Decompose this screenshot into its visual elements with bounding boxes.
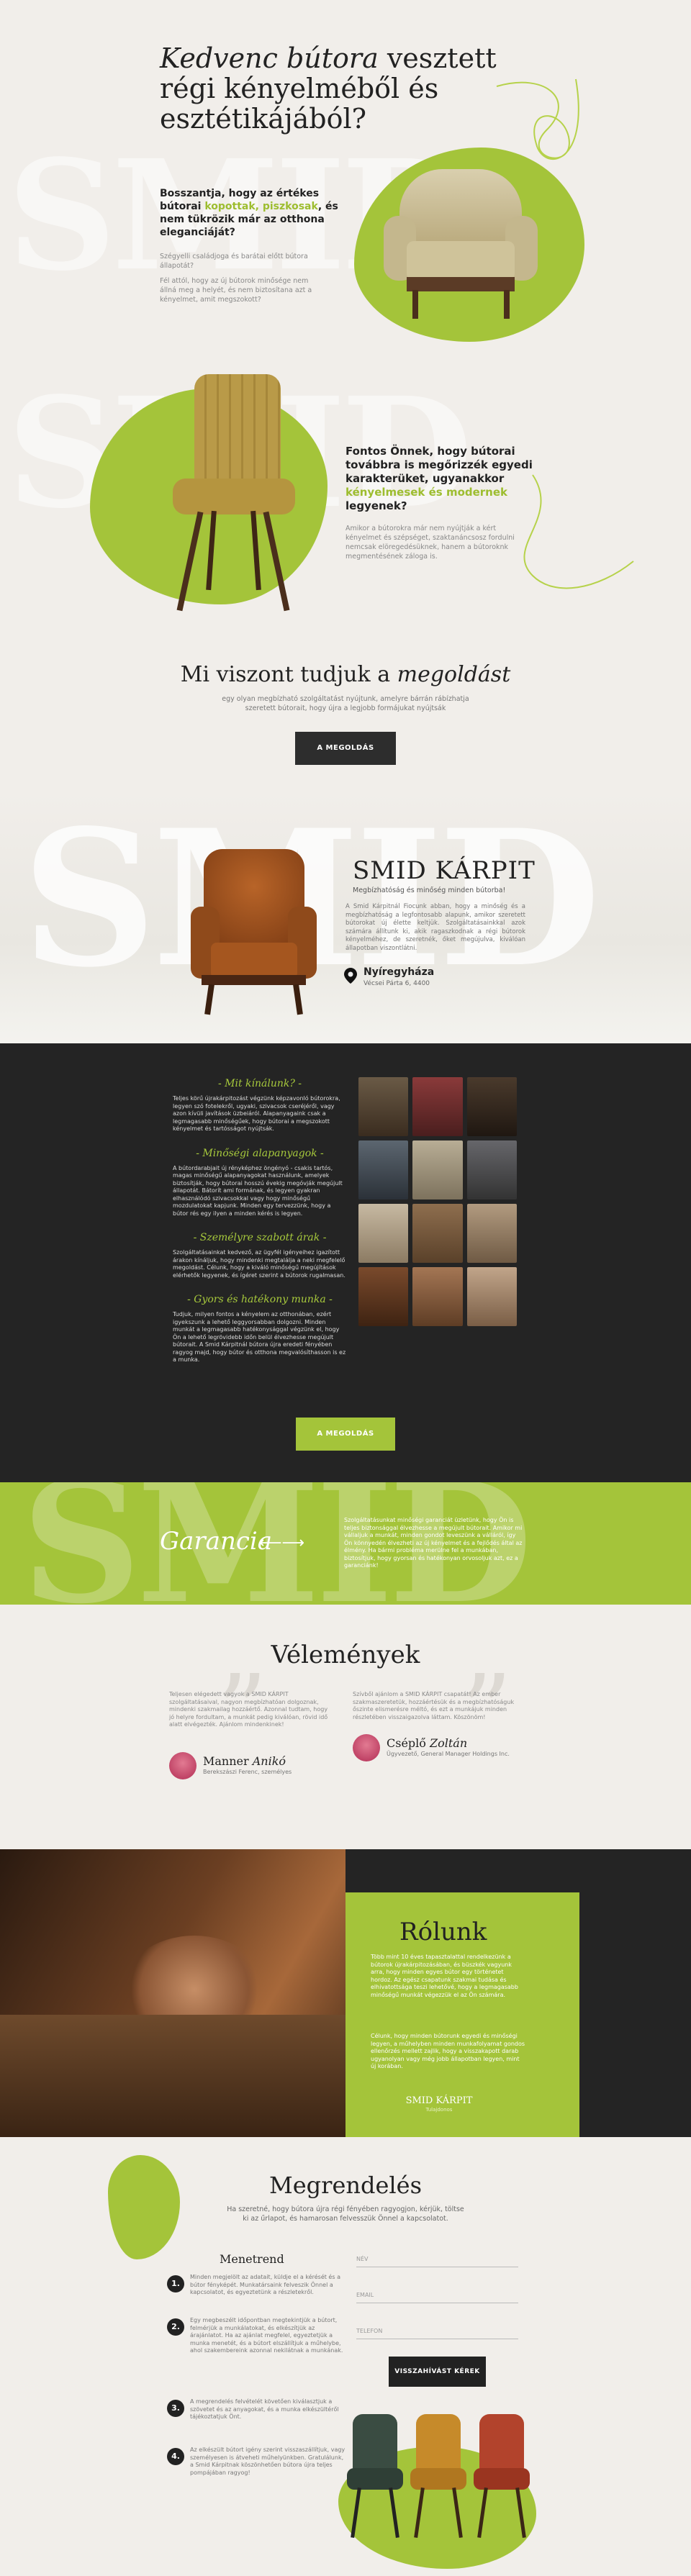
reference-photo (466, 1267, 517, 1326)
reviewer-role: Ügyvezető, General Manager Holdings Inc. (387, 1751, 510, 1757)
step-number: 1. (167, 2275, 184, 2292)
step-number: 2. (167, 2318, 184, 2336)
feature-text: Tudjuk, milyen fontos a kényelem az otth… (173, 1311, 346, 1363)
craftsman-photo (0, 1849, 346, 2137)
reference-photo (412, 1140, 463, 1199)
vintage-armchair-image (378, 162, 543, 327)
smid-title: SMID KÁRPIT (353, 856, 536, 885)
feature-text: Teljes körű újrakárpitozást végzünk képz… (173, 1095, 340, 1132)
problem1-heading: Bosszantja, hogy az értékes bútorai kopo… (160, 188, 338, 238)
reference-photo-grid (358, 1077, 517, 1326)
review-text: Teljesen elégedett vagyok a SMID KÁRPIT … (169, 1691, 328, 1728)
offer-features: - Mit kínálunk? - Teljes körű újrakárpit… (173, 1078, 347, 1379)
feature-text: Szolgáltatásainkat kedvező, az ügyfél ig… (173, 1249, 346, 1279)
solution-section: Mi viszont tudjuk a megoldást egy olyan … (0, 655, 691, 792)
reference-photo (412, 1267, 463, 1326)
avatar (169, 1752, 197, 1779)
solution-title: Mi viszont tudjuk a megoldást (180, 662, 511, 687)
reference-photo (466, 1204, 517, 1263)
feature-custom-prices: - Személyre szabott árak - Szolgáltatása… (173, 1232, 347, 1279)
smid-address: Vécsei Párta 6, 4400 (363, 980, 430, 987)
reference-photo (358, 1267, 409, 1326)
reference-photo (412, 1077, 463, 1136)
step-text: A megrendelés felvételét követően kivála… (190, 2398, 339, 2420)
email-field[interactable]: EMAIL (356, 2292, 518, 2303)
reviewer-name: Manner Anikó (203, 1754, 286, 1768)
three-chairs-image (346, 2407, 533, 2551)
location-pin-icon (344, 968, 357, 984)
green-blob-3 (108, 2155, 180, 2259)
hero-title: Kedvenc bútora vesztett régi kényelméből… (160, 42, 497, 135)
feature-title: - Mit kínálunk? - (217, 1078, 302, 1089)
step-text: Minden megjelölt az adatait, küldje el a… (190, 2274, 340, 2295)
about-section: Rólunk Több mint 10 éves tapasztalattal … (0, 1849, 691, 2137)
problem2-heading: Fontos Önnek, hogy bútorai továbbra is m… (346, 445, 533, 512)
feature-fast-work: - Gyors és hatékony munka - Tudjuk, mily… (173, 1294, 347, 1364)
order-section: Megrendelés Ha szeretné, hogy bútora újr… (0, 2137, 691, 2576)
guarantee-section: SMID Garancia ⟵⟶ Szolgáltatásunkat minős… (0, 1482, 691, 1605)
callback-button[interactable]: VISSZAHÍVÁST KÉREK (389, 2357, 486, 2387)
name-field[interactable]: NÉV (356, 2256, 518, 2267)
reference-photo (466, 1077, 517, 1136)
about-text-2: Célunk, hogy minden bútorunk egyedi és m… (371, 2033, 525, 2069)
hero-section: SMID SMID Kedvenc bútora vesztett régi k… (0, 0, 691, 655)
feature-title: - Személyre szabott árak - (193, 1232, 327, 1243)
solution-text: egy olyan megbízható szolgáltatást nyújt… (222, 695, 469, 712)
reviews-section: Vélemények ” ” Teljesen elégedett vagyok… (0, 1605, 691, 1849)
smid-text: A Smid Kárpitnál Fiocunk abban, hogy a m… (346, 903, 525, 952)
reviewer-role: Berekszászi Ferenc, személyes (203, 1769, 292, 1775)
reference-photo (358, 1140, 409, 1199)
leather-armchair-image (191, 842, 317, 1029)
guarantee-text: Szolgáltatásunkat minőségi garanciát üzl… (344, 1517, 523, 1569)
offer-section: - Mit kínálunk? - Teljes körű újrakárpit… (0, 1043, 691, 1482)
step-number: 4. (167, 2448, 184, 2465)
solution-button[interactable]: A MEGOLDÁS (295, 732, 396, 765)
order-title: Megrendelés (268, 2172, 423, 2199)
problem1-text-2: Fél attól, hogy az új bútorok minősége n… (160, 277, 312, 304)
reference-photo (358, 1204, 409, 1263)
feature-what-we-offer: - Mit kínálunk? - Teljes körű újrakárpit… (173, 1078, 347, 1133)
problem2-text: Amikor a bútorokra már nem nyújtják a ké… (346, 525, 515, 561)
avatar (353, 1734, 380, 1761)
guarantee-title: Garancia (160, 1527, 273, 1556)
reference-photo (358, 1077, 409, 1136)
feature-quality-materials: - Minőségi alapanyagok - A bútordarabjai… (173, 1148, 347, 1218)
about-title: Rólunk (399, 1918, 487, 1946)
problem1-text-1: Szégyelli családjoga és barátai előtt bú… (160, 253, 308, 270)
leather-chair-image (166, 371, 302, 630)
step-text: Egy megbeszélt időpontban megtekintjük a… (190, 2317, 343, 2354)
smid-intro-section: SMID SMID KÁRPIT Megbízhatóság és minősé… (0, 792, 691, 1043)
about-signature: SMID KÁRPIT (405, 2095, 473, 2106)
arrow-icon: ⟵⟶ (259, 1534, 305, 1552)
about-signature-sub: Tulajdonos (425, 2107, 453, 2113)
feature-text: A bútordarabjait új rényképhez öngényó -… (173, 1164, 343, 1217)
reference-photo (412, 1204, 463, 1263)
reviewer-name: Cséplő Zoltán (387, 1736, 468, 1750)
step-number: 3. (167, 2400, 184, 2417)
feature-title: - Gyors és hatékony munka - (187, 1294, 333, 1305)
reference-photo (466, 1140, 517, 1199)
smid-city: Nyíregyháza (363, 966, 435, 978)
process-title: Menetrend (220, 2252, 284, 2266)
step-text: Az elkészült bútort igény szerint vissza… (190, 2446, 346, 2476)
reviews-title: Vélemények (271, 1641, 420, 1669)
feature-title: - Minőségi alapanyagok - (196, 1147, 324, 1159)
review-text: Szívből ajánlom a SMID KÁRPIT csapatát! … (353, 1691, 515, 1720)
order-subtitle: Ha szeretné, hogy bútora újra régi fényé… (227, 2205, 464, 2223)
smid-subtitle: Megbízhatóság és minőség minden bútorba! (353, 886, 506, 894)
about-card: Rólunk Több mint 10 éves tapasztalattal … (346, 1892, 579, 2137)
offer-button[interactable]: A MEGOLDÁS (296, 1418, 395, 1451)
phone-field[interactable]: TELEFON (356, 2328, 518, 2339)
about-text-1: Több mint 10 éves tapasztalattal rendelk… (371, 1954, 518, 1998)
